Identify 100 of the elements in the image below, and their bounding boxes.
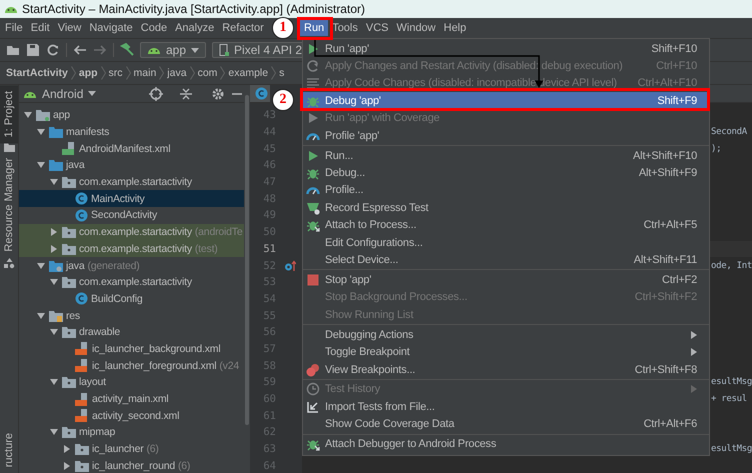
breadcrumb-item[interactable]: src [108,67,123,79]
breadcrumb-item[interactable]: StartActivity [6,67,68,79]
expanded-arrow-icon[interactable] [37,262,45,270]
tree-row[interactable]: com.example.startactivity [19,274,244,291]
menu-item[interactable]: Edit Configurations... [303,234,709,252]
breadcrumb-item[interactable]: s [279,67,284,79]
settings-icon[interactable] [211,86,225,100]
hammer-icon[interactable] [120,43,134,57]
menu-item[interactable]: Show Code Coverage Data Ctrl+Alt+F6 [303,416,709,433]
expanded-arrow-icon[interactable] [37,128,45,136]
menu-item[interactable]: Debug... Alt+Shift+F9 [303,164,709,182]
apply-changes-icon [306,59,320,74]
expanded-arrow-icon[interactable] [50,278,58,286]
menu-bar-item[interactable]: Help [440,20,470,36]
override-marker-icon[interactable] [284,260,296,272]
tree-item-note: (6) [146,443,159,456]
menu-bar-item[interactable]: Tools [328,20,362,36]
tree-row[interactable]: MainActivity [19,190,244,208]
menu-item[interactable]: Run... Alt+Shift+F10 [303,146,709,164]
tree-row[interactable]: ic_launcher (6) [19,440,244,458]
highlight-frame [297,17,333,40]
expanded-arrow-icon[interactable] [50,178,58,186]
tree-item-label: com.example.startactivity [79,276,192,288]
breadcrumb-item[interactable]: java [167,67,187,79]
android-icon [147,45,161,55]
menu-bar-item[interactable]: VCS [362,20,392,36]
tree-row[interactable]: manifests [19,124,244,140]
tree-row[interactable]: activity_second.xml [19,407,244,424]
breadcrumb-item[interactable]: app [78,67,98,79]
tool-window-tab[interactable]: Resource Manager [0,152,18,258]
collapsed-arrow-icon[interactable] [50,228,58,236]
step-number-badge: 1 [272,17,294,39]
line-number: 51 [262,242,276,255]
submenu-arrow-icon [691,330,697,339]
tree-row[interactable]: java [19,157,244,174]
expanded-arrow-icon[interactable] [50,428,58,436]
menu-bar-item[interactable]: Edit [26,20,54,36]
tree-row[interactable]: ic_launcher_background.xml [19,340,244,358]
menu-bar-item[interactable]: Window [392,20,440,36]
menu-bar-item[interactable]: Refactor [218,20,268,36]
tree-row[interactable]: layout [19,374,244,391]
run-configuration-dropdown[interactable]: app [140,42,206,58]
expanded-arrow-icon[interactable] [24,111,32,120]
menu-item[interactable]: Select Device... Alt+Shift+F11 [303,251,709,269]
class-icon [255,87,268,100]
tree-row[interactable]: ic_launcher_round (6) [19,457,244,473]
record-icon [306,200,320,215]
tree-row[interactable]: java (generated) [19,257,244,274]
sync-icon[interactable] [46,43,60,57]
tree-row[interactable]: drawable [19,324,244,341]
tree-row[interactable]: ic_launcher_foreground.xml (v24 [19,357,244,374]
folder-icon[interactable] [6,43,20,57]
collapsed-arrow-icon[interactable] [50,244,58,253]
menu-bar-item[interactable]: Navigate [85,20,137,36]
tree-row[interactable]: app [19,107,244,124]
tree-row[interactable]: SecondActivity [19,207,244,224]
tree-item-label: com.example.startactivity [79,226,192,238]
breadcrumb-item[interactable]: example [228,67,268,79]
menu-item[interactable]: Profile 'app' [303,126,709,144]
collapsed-arrow-icon[interactable] [63,445,71,454]
tree-row[interactable]: res [19,307,244,324]
menu-bar-item[interactable]: Analyze [171,20,218,36]
menu-item[interactable]: Import Tests from File... [303,398,709,416]
target-icon[interactable] [149,86,163,100]
menu-item[interactable]: View Breakpoints... Ctrl+Shift+F8 [303,360,709,378]
menu-item[interactable]: Toggle Breakpoint [303,343,709,361]
menu-item[interactable]: Record Espresso Test [303,199,709,216]
expanded-arrow-icon[interactable] [37,161,45,170]
expanded-arrow-icon[interactable] [50,328,58,336]
menu-item[interactable]: Profile... [303,182,709,200]
menu-bar-item[interactable]: Code [136,20,172,36]
tree-row[interactable]: com.example.startactivity [19,174,244,190]
menu-item[interactable]: Attach Debugger to Android Process [303,436,709,453]
tree-row[interactable]: BuildConfig [19,290,244,308]
menu-bar-item[interactable]: View [54,20,86,36]
save-icon[interactable] [26,43,40,57]
editor-tab[interactable] [250,85,270,102]
tree-row[interactable]: com.example.startactivity (test) [19,240,244,258]
menu-item[interactable]: Debugging Actions [303,326,709,344]
menu-item[interactable]: Stop 'app' Ctrl+F2 [303,271,709,289]
tool-window-tab[interactable]: 1: Project [0,85,18,144]
tree-row[interactable]: mipmap [19,424,244,441]
expanded-arrow-icon[interactable] [50,378,58,386]
project-view-selector[interactable]: Android [42,86,84,100]
tool-window-tab[interactable]: ructure [0,426,18,473]
coverage-icon [306,111,320,126]
menu-bar-item[interactable]: Run [300,20,328,36]
package-folder-icon [62,226,76,238]
menu-item[interactable]: Attach to Process... Ctrl+Alt+F5 [303,216,709,234]
collapsed-arrow-icon[interactable] [63,462,71,470]
breadcrumb-item[interactable]: main [134,67,156,79]
tree-row[interactable]: AndroidManifest.xml [19,140,244,158]
expanded-arrow-icon[interactable] [37,312,45,320]
collapse-icon[interactable] [179,86,193,100]
breadcrumb-item[interactable]: com [198,67,218,79]
chevron-icon [159,66,164,80]
tree-row[interactable]: com.example.startactivity (androidTe [19,224,244,240]
menu-bar-item[interactable]: File [1,20,27,36]
tree-row[interactable]: activity_main.xml [19,390,244,408]
back-arrow-icon[interactable] [73,43,87,57]
